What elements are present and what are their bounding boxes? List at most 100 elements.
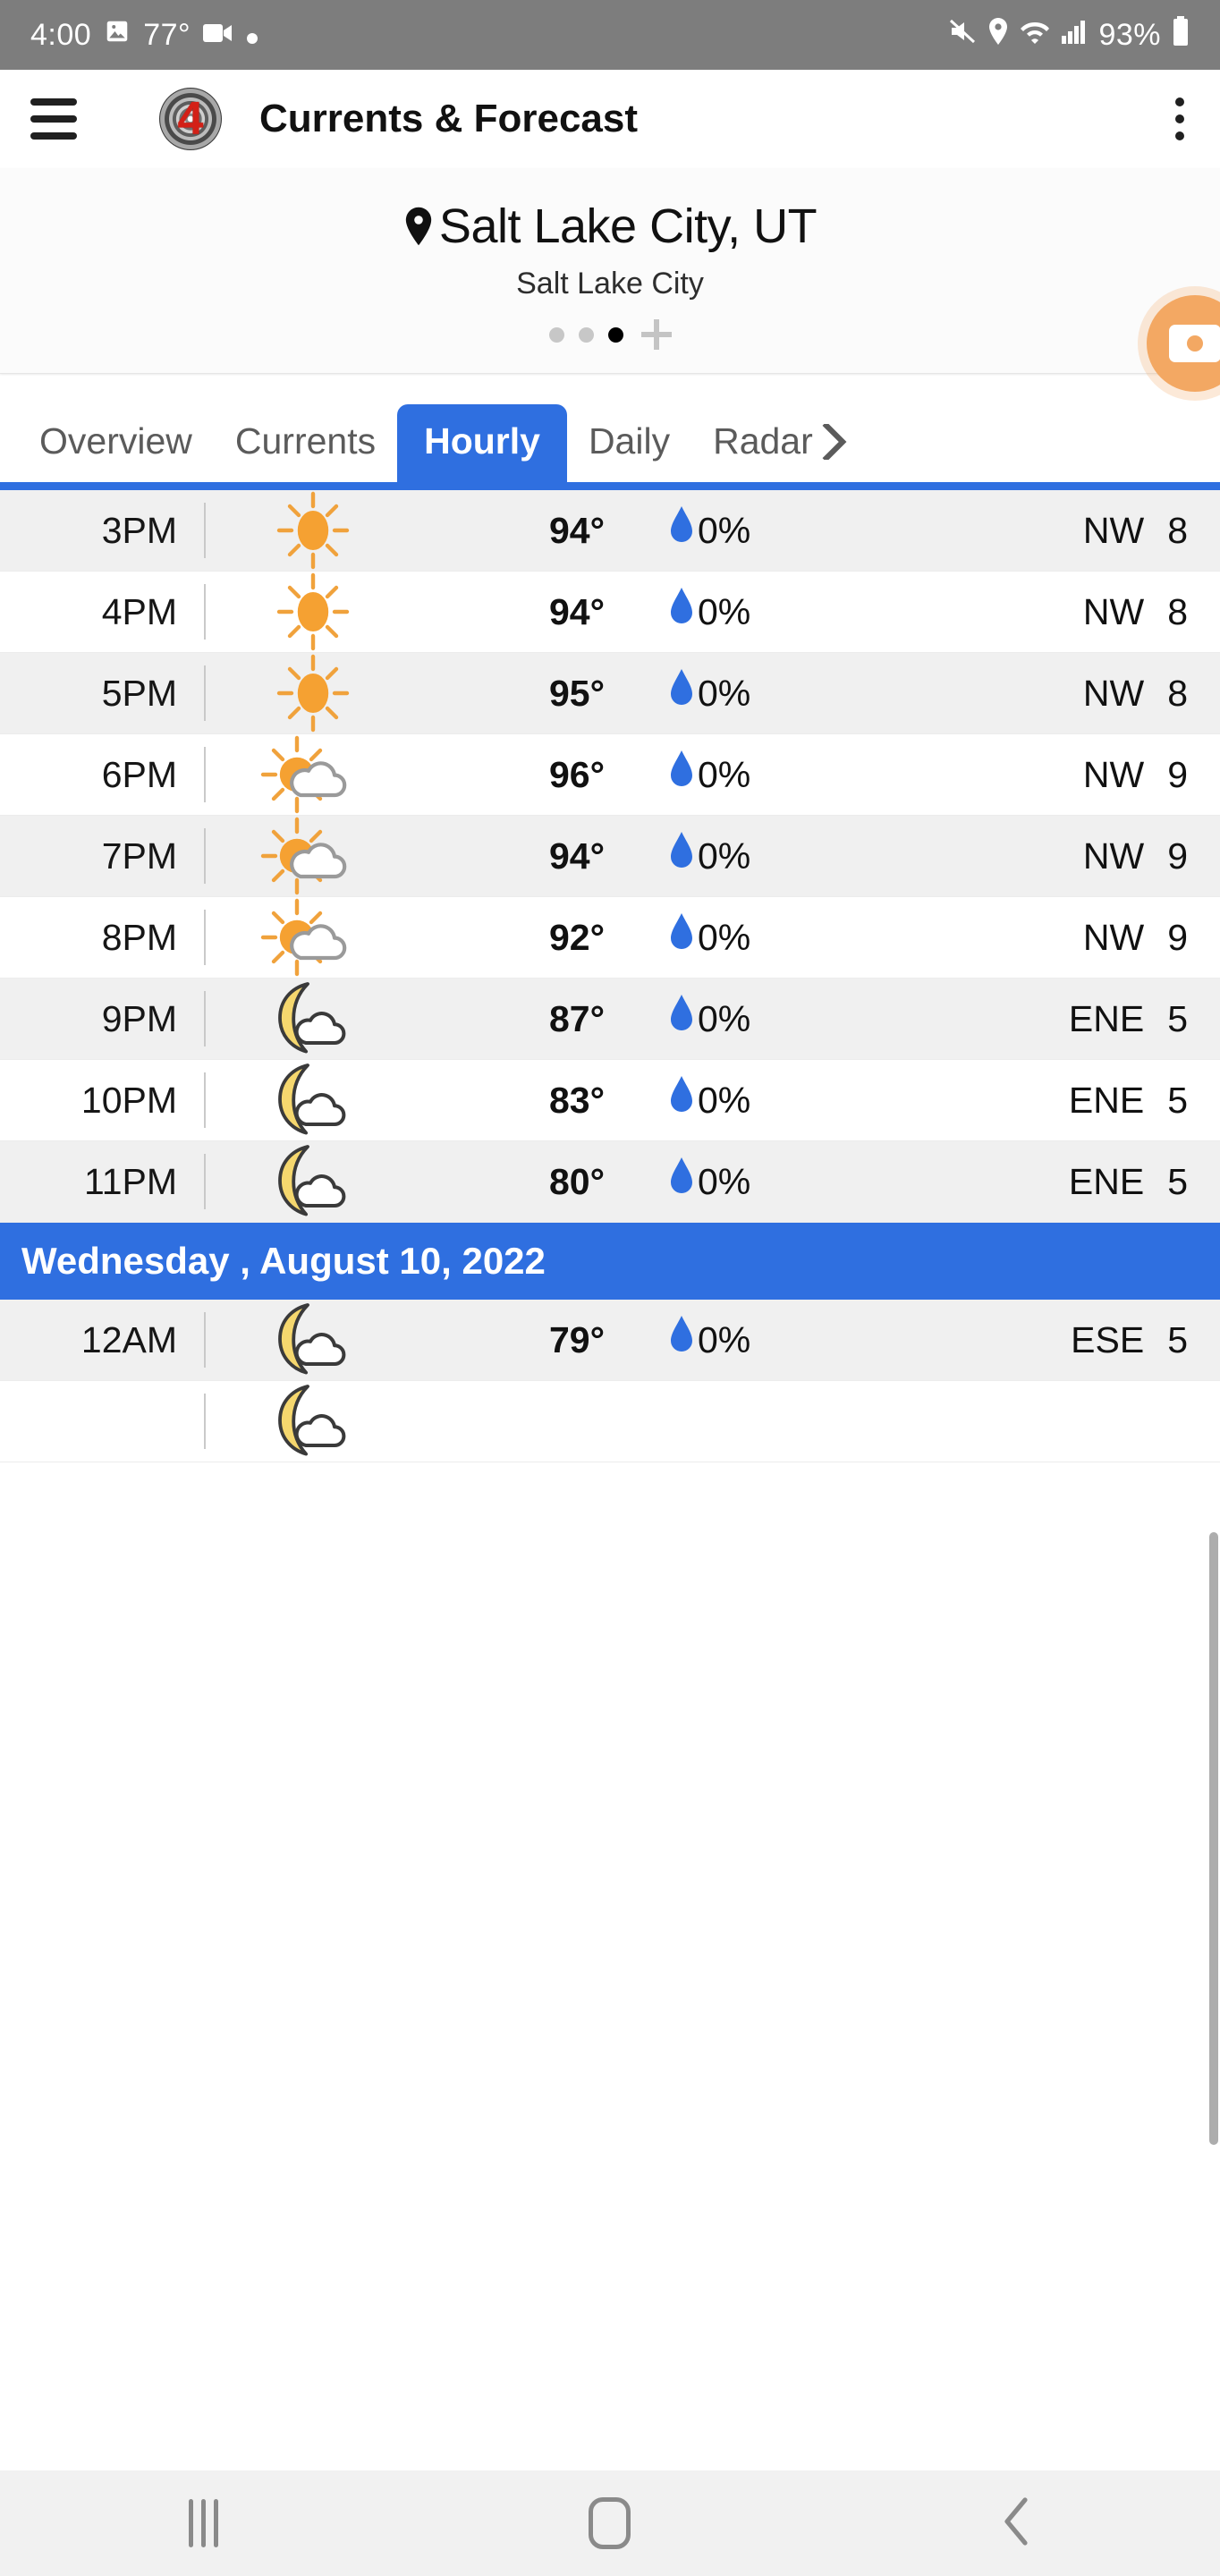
hourly-precip-value: 0% — [698, 1160, 751, 1202]
hourly-wind-speed: 8 — [1167, 509, 1188, 551]
water-drop-icon — [667, 504, 696, 556]
hourly-precipitation: 0% — [617, 830, 841, 882]
hourly-row[interactable]: 8PM 92° 0% NW 9 — [0, 897, 1220, 979]
hourly-wind-speed: 5 — [1167, 1318, 1188, 1360]
hourly-wind-direction: NW — [1082, 916, 1145, 958]
hourly-row[interactable]: 12AM 79° 0% ESE 5 — [0, 1300, 1220, 1381]
tab-hourly[interactable]: Hourly — [397, 404, 567, 482]
water-drop-icon — [667, 1074, 696, 1126]
hourly-wind: ENE 5 — [841, 1080, 1220, 1122]
page-dot-3[interactable] — [607, 326, 623, 343]
hourly-row[interactable]: 4PM 94° 0% NW 8 — [0, 572, 1220, 653]
hourly-precip-value: 0% — [698, 997, 751, 1039]
status-bar-right: 93% — [948, 15, 1190, 55]
hourly-row[interactable]: 5PM 95° 0% NW 8 — [0, 653, 1220, 734]
hourly-wind-speed: 8 — [1167, 672, 1188, 714]
hourly-row[interactable] — [0, 1381, 1220, 1462]
hourly-wind: ENE 5 — [841, 1161, 1220, 1203]
hourly-wind: NW 8 — [841, 673, 1220, 715]
weather-condition-partly-cloudy-night-icon — [206, 1381, 420, 1462]
back-button[interactable] — [936, 2470, 1097, 2576]
hourly-time: 12AM — [80, 1318, 177, 1360]
hourly-precip-value: 0% — [698, 590, 751, 632]
hourly-temperature: 83° — [548, 1079, 605, 1121]
hourly-wind: ENE 5 — [841, 998, 1220, 1040]
hourly-temperature: 96° — [548, 753, 605, 795]
hourly-row[interactable]: 6PM 96° 0% NW 9 — [0, 734, 1220, 816]
recents-button[interactable] — [123, 2470, 284, 2576]
hourly-forecast-list[interactable]: 3PM 94° 0% NW 8 4PM 94° 0% NW 8 5PM 95° 0% NW 8 6PM 96° 0… — [0, 490, 1220, 2105]
tab-bar: Overview Currents Hourly Daily Radar — [0, 374, 1220, 490]
location-card[interactable]: Salt Lake City, UT Salt Lake City — [0, 168, 1220, 374]
hourly-time: 5PM — [101, 672, 177, 714]
weather-condition-partly-cloudy-night-icon — [206, 1141, 420, 1222]
hourly-precip-value: 0% — [698, 672, 751, 714]
hourly-temperature: 92° — [548, 916, 605, 958]
hourly-precipitation: 0% — [617, 993, 841, 1045]
hourly-wind-speed: 5 — [1167, 1160, 1188, 1202]
hourly-wind-speed: 9 — [1167, 753, 1188, 795]
page-dot-1[interactable] — [548, 326, 564, 343]
scrollbar-thumb[interactable] — [1209, 1532, 1218, 2145]
page-dot-2[interactable] — [578, 326, 594, 343]
hourly-wind-speed: 5 — [1167, 1079, 1188, 1121]
hourly-wind-direction: ESE — [1071, 1318, 1145, 1360]
app-logo-icon: 4 — [159, 88, 222, 150]
battery-percent: 93% — [1098, 18, 1161, 52]
hourly-time: 9PM — [101, 997, 177, 1039]
tab-radar[interactable]: Radar — [691, 404, 851, 482]
video-camera-icon — [203, 18, 233, 53]
page-dots — [0, 319, 1220, 350]
hourly-wind-direction: NW — [1082, 753, 1145, 795]
status-bar-left: 4:00 77° — [30, 18, 258, 53]
add-location-icon[interactable] — [640, 319, 672, 350]
water-drop-icon — [667, 667, 696, 719]
tab-currents[interactable]: Currents — [214, 404, 397, 482]
map-pin-icon — [403, 205, 434, 248]
image-icon — [104, 18, 131, 53]
app-bar: 4 Currents & Forecast — [0, 70, 1220, 168]
location-name: Salt Lake City, UT — [438, 199, 818, 253]
status-clock: 4:00 — [30, 18, 92, 52]
tab-overview[interactable]: Overview — [18, 404, 214, 482]
hourly-time: 10PM — [80, 1079, 177, 1121]
hourly-row[interactable]: 9PM 87° 0% ENE 5 — [0, 979, 1220, 1060]
back-chevron-icon — [1002, 2496, 1032, 2551]
hourly-precip-value: 0% — [698, 753, 751, 795]
page-title: Currents & Forecast — [259, 97, 639, 140]
hourly-precipitation: 0% — [617, 911, 841, 963]
hourly-wind: NW 9 — [841, 835, 1220, 877]
hourly-temperature: 94° — [548, 835, 605, 877]
hourly-time: 11PM — [83, 1160, 177, 1202]
video-recorder-icon — [1169, 325, 1220, 362]
hourly-wind-speed: 5 — [1167, 997, 1188, 1039]
weather-condition-partly-cloudy-night-icon — [206, 1060, 420, 1140]
status-bar: 4:00 77° 93% — [0, 0, 1220, 70]
scrollbar-track[interactable] — [1209, 765, 1220, 2361]
wifi-icon — [1020, 18, 1050, 53]
recording-dot-icon — [246, 18, 258, 53]
hamburger-icon[interactable] — [30, 98, 77, 140]
hourly-row[interactable]: 11PM 80° 0% ENE 5 — [0, 1141, 1220, 1223]
weather-condition-partly-cloudy-day-icon — [206, 897, 420, 978]
battery-icon — [1172, 15, 1190, 55]
hourly-precip-value: 0% — [698, 1318, 751, 1360]
tab-daily[interactable]: Daily — [567, 404, 691, 482]
hourly-row[interactable]: 3PM 94° 0% NW 8 — [0, 490, 1220, 572]
hourly-wind-direction: NW — [1082, 590, 1145, 632]
water-drop-icon — [667, 911, 696, 963]
hourly-precipitation: 0% — [617, 586, 841, 638]
hourly-wind: NW 9 — [841, 917, 1220, 959]
more-vertical-icon[interactable] — [1175, 97, 1184, 140]
hourly-wind: ESE 5 — [841, 1319, 1220, 1361]
hourly-row[interactable]: 10PM 83° 0% ENE 5 — [0, 1060, 1220, 1141]
hourly-row[interactable]: 7PM 94° 0% NW 9 — [0, 816, 1220, 897]
hourly-wind: NW 8 — [841, 591, 1220, 633]
hourly-precipitation: 0% — [617, 749, 841, 801]
mute-icon — [948, 18, 977, 53]
water-drop-icon — [667, 1156, 696, 1208]
hourly-wind-direction: NW — [1082, 835, 1145, 877]
home-button[interactable] — [530, 2470, 690, 2576]
weather-condition-partly-cloudy-night-icon — [206, 1300, 420, 1380]
weather-condition-sunny-icon — [206, 572, 420, 652]
